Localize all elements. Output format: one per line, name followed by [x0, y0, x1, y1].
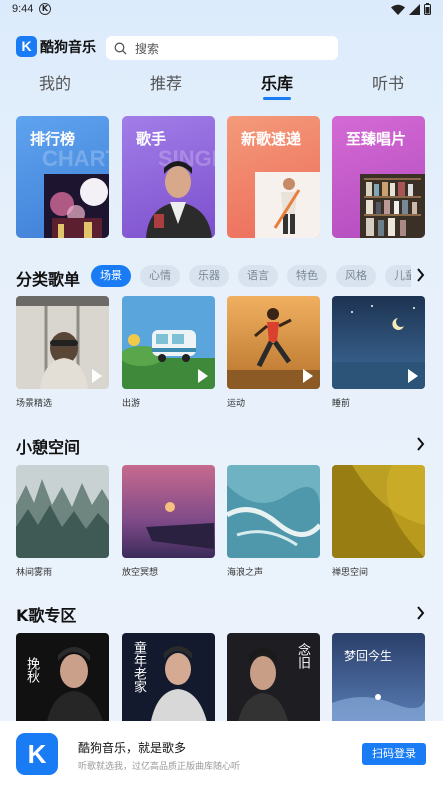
category-section-title: 分类歌单	[16, 270, 81, 289]
feature-title: 歌手	[136, 130, 167, 148]
feature-card-singers[interactable]: SINGER 歌手	[122, 116, 215, 238]
chip-scene[interactable]: 场景	[91, 265, 131, 287]
chevron-right-icon[interactable]	[416, 268, 425, 282]
play-icon[interactable]	[408, 369, 418, 383]
status-bar: 9:44 K	[0, 0, 443, 20]
feature-card-charts[interactable]: CHART 排行榜	[16, 116, 109, 238]
feature-title: 至臻唱片	[346, 130, 407, 148]
playlist-card[interactable]	[332, 296, 425, 389]
playlist-card[interactable]	[16, 465, 109, 558]
chip-style[interactable]: 风格	[336, 265, 376, 287]
playlist-card[interactable]	[122, 296, 215, 389]
feature-bg-word: CHART	[42, 146, 109, 171]
main-tabs: 我的 推荐 乐库 听书	[0, 70, 443, 100]
bookshelf-cover-image	[360, 174, 425, 238]
wifi-icon	[391, 4, 405, 15]
feature-card-new-songs[interactable]: 新歌速递	[227, 116, 320, 238]
feature-card-premium-records[interactable]: 至臻唱片	[332, 116, 425, 238]
ktv-card[interactable]: 梦回今生	[332, 633, 425, 726]
playlist-card[interactable]	[227, 465, 320, 558]
feature-title: 新歌速递	[241, 130, 302, 148]
ktv-cover-text: 梦回今生	[344, 649, 393, 663]
tab-library-label: 乐库	[260, 74, 293, 93]
playlist-label: 海浪之声	[227, 568, 264, 578]
banner-title: 酷狗音乐，就是歌多	[78, 741, 187, 755]
signal-icon	[409, 3, 420, 15]
ktv-cover-text: 童年老家	[131, 641, 146, 693]
playlist-card[interactable]	[122, 465, 215, 558]
search-icon	[114, 42, 127, 54]
chip-children[interactable]: 儿童	[385, 265, 411, 287]
play-icon[interactable]	[198, 369, 208, 383]
ktv-cover-text: 挽秋	[24, 657, 39, 683]
playlist-cover-image	[16, 465, 109, 558]
logo-text: 酷狗音乐	[40, 39, 96, 56]
playlist-card[interactable]	[227, 296, 320, 389]
search-placeholder: 搜索	[135, 41, 160, 56]
kugou-notification-icon: K	[39, 3, 51, 15]
chevron-right-icon[interactable]	[416, 606, 425, 620]
battery-icon	[424, 3, 431, 15]
status-icons	[391, 3, 431, 15]
playlist-label: 场景精选	[16, 399, 53, 409]
status-time: 9:44	[12, 3, 34, 15]
ktv-card[interactable]: 念旧	[227, 633, 320, 726]
ktv-card[interactable]: 童年老家	[122, 633, 215, 726]
singer-portrait-image	[146, 161, 212, 238]
relax-section-title: 小憩空间	[16, 438, 81, 457]
ktv-section-title: K歌专区	[16, 606, 77, 625]
scan-login-button[interactable]: 扫码登录	[362, 743, 426, 765]
charts-cover-image	[44, 174, 109, 238]
category-chips: 场景 心情 乐器 语言 特色 风格 儿童	[91, 265, 411, 287]
playlist-cover-image	[122, 465, 215, 558]
ktv-card[interactable]: 挽秋	[16, 633, 109, 726]
tab-recommend[interactable]: 推荐	[126, 70, 206, 94]
banner-subtitle: 听歌就选我，过亿高品质正版曲库随心听	[78, 762, 241, 772]
playlist-label: 运动	[227, 399, 246, 409]
search-input[interactable]: 搜索	[106, 36, 338, 60]
login-banner: K 酷狗音乐，就是歌多 听歌就选我，过亿高品质正版曲库随心听 扫码登录	[0, 721, 443, 787]
chip-mood[interactable]: 心情	[140, 265, 180, 287]
chip-language[interactable]: 语言	[238, 265, 278, 287]
play-icon[interactable]	[92, 369, 102, 383]
playlist-label: 睡前	[332, 399, 351, 409]
chip-instrument[interactable]: 乐器	[189, 265, 229, 287]
play-icon[interactable]	[303, 369, 313, 383]
playlist-label: 出游	[122, 399, 141, 409]
playlist-label: 禅思空间	[332, 568, 369, 578]
new-songs-cover-image	[255, 172, 320, 238]
top-bar: K 酷狗音乐 搜索	[16, 36, 338, 60]
ktv-cover-text: 念旧	[295, 643, 310, 669]
playlist-label: 放空冥想	[122, 568, 159, 578]
app-logo[interactable]: K 酷狗音乐	[16, 36, 96, 57]
playlist-cover-image	[227, 465, 320, 558]
playlist-cover-image	[332, 465, 425, 558]
chevron-right-icon[interactable]	[416, 437, 425, 451]
playlist-label: 林间雾雨	[16, 568, 53, 578]
tab-audiobooks[interactable]: 听书	[348, 70, 428, 94]
chip-feature[interactable]: 特色	[287, 265, 327, 287]
feature-title: 排行榜	[30, 130, 76, 148]
kugou-logo-icon: K	[16, 36, 37, 57]
active-tab-indicator	[263, 97, 291, 100]
kugou-app-icon: K	[16, 733, 58, 775]
tab-mine[interactable]: 我的	[15, 70, 95, 94]
tab-library[interactable]: 乐库	[237, 70, 317, 100]
playlist-card[interactable]	[16, 296, 109, 389]
playlist-card[interactable]	[332, 465, 425, 558]
